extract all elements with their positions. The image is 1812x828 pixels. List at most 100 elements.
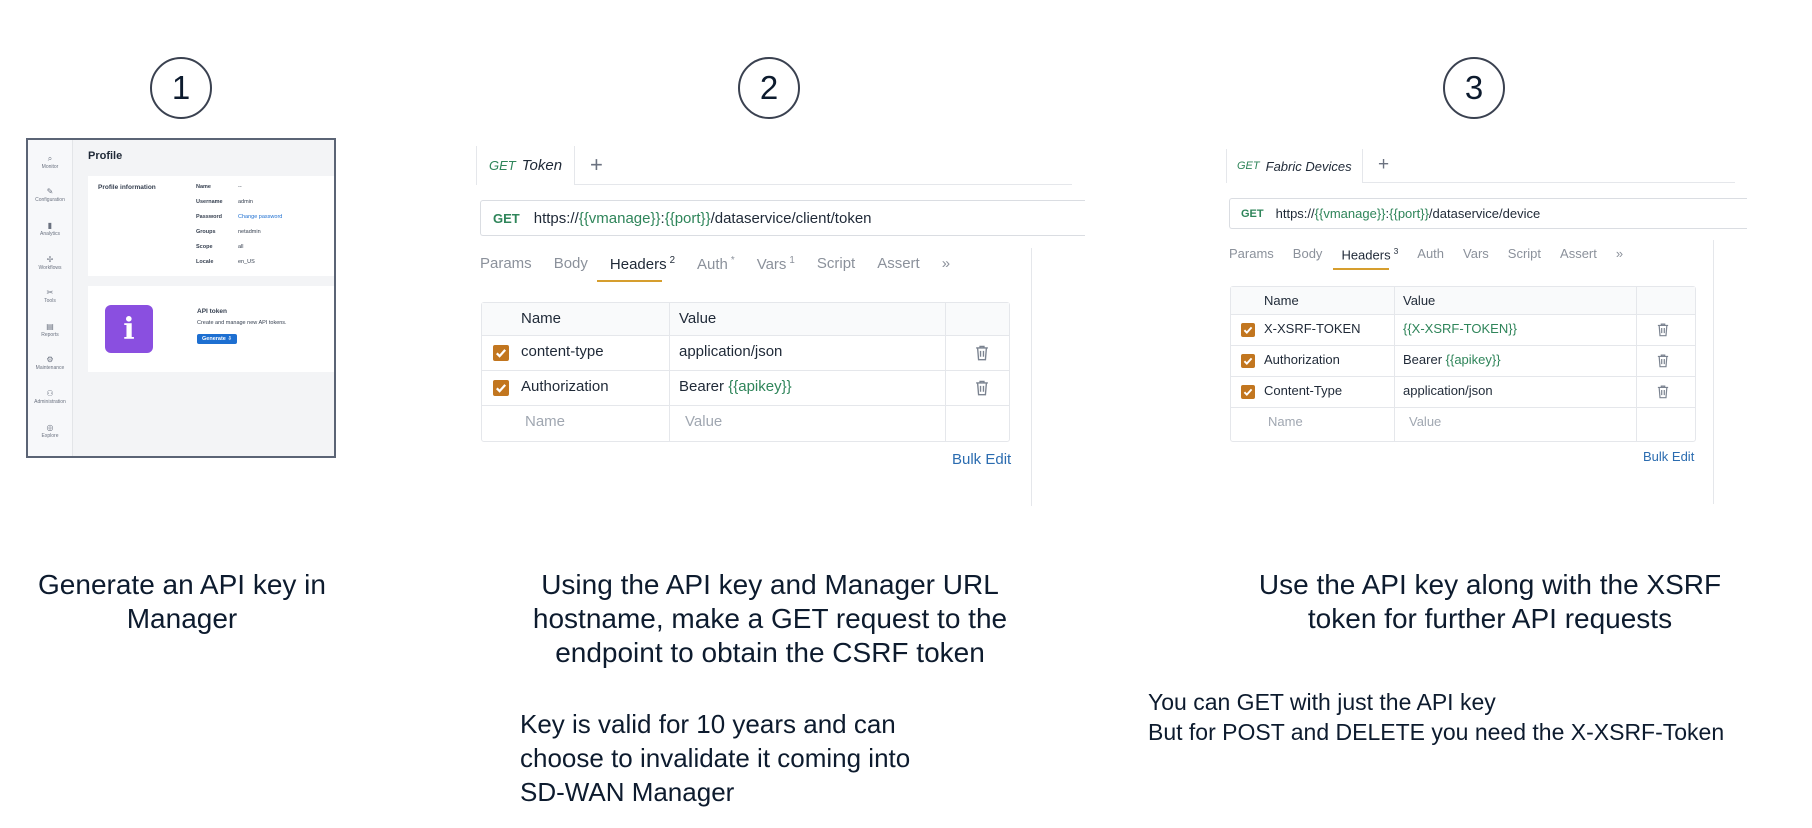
column-divider	[945, 303, 946, 441]
tab-assert[interactable]: Assert	[1560, 246, 1597, 262]
tab-label: Auth	[697, 256, 728, 273]
nav-item-configuration[interactable]: ✎ Configuration	[28, 187, 72, 203]
url-text: https://{{vmanage}}:{{port}}/dataservice…	[1276, 206, 1541, 221]
tab-headers[interactable]: Headers 3	[1341, 246, 1398, 262]
trash-icon[interactable]	[974, 379, 990, 402]
tab-label: Params	[1229, 246, 1274, 261]
tab-label: Assert	[877, 255, 920, 272]
change-password-link[interactable]: Change password	[238, 214, 282, 220]
tab-label: Vars	[756, 256, 787, 273]
more-tabs-icon[interactable]: »	[942, 255, 950, 273]
column-header-value: Value	[1403, 293, 1436, 308]
header-name-cell[interactable]: Authorization	[521, 378, 609, 395]
trash-icon[interactable]	[1656, 353, 1670, 373]
pane-divider	[1031, 248, 1032, 506]
tab-auth[interactable]: Auth	[1417, 246, 1444, 262]
tab-auth[interactable]: Auth *	[697, 255, 735, 273]
nav-item-maintenance[interactable]: ⚙ Maintenance	[28, 355, 72, 371]
tab-params[interactable]: Params	[480, 255, 532, 273]
tab-headers[interactable]: Headers 2	[610, 255, 675, 273]
url-bar[interactable]: GET https://{{vmanage}}:{{port}}/dataser…	[1229, 198, 1747, 229]
tab-fabric-devices[interactable]: GET Fabric Devices	[1226, 149, 1363, 183]
headers-table: Name Value content-type application/json Aut…	[481, 302, 1010, 442]
tab-body[interactable]: Body	[554, 255, 588, 273]
field-key: Name	[196, 184, 211, 190]
trash-icon[interactable]	[1656, 322, 1670, 342]
new-tab-plus-icon[interactable]: +	[1378, 154, 1389, 176]
nav-item-explore[interactable]: ◎ Explore	[28, 423, 72, 439]
nav-label: Explore	[41, 433, 59, 439]
nav-item-reports[interactable]: ▤ Reports	[28, 322, 72, 338]
tools-icon: ✂	[46, 288, 54, 297]
url-bar[interactable]: GET https://{{vmanage}}:{{port}}/dataser…	[480, 200, 1085, 236]
header-name-cell[interactable]: Authorization	[1264, 352, 1340, 367]
tab-label: Headers	[1341, 247, 1391, 263]
workflows-icon: ✢	[46, 255, 54, 264]
header-value-cell[interactable]: application/json	[1403, 383, 1493, 398]
nav-item-tools[interactable]: ✂ Tools	[28, 288, 72, 304]
caption-line: Manager	[126, 603, 238, 634]
enable-checkbox[interactable]	[1241, 384, 1255, 399]
enable-checkbox[interactable]	[1241, 322, 1255, 337]
trash-icon[interactable]	[974, 344, 990, 367]
reports-icon: ▤	[46, 322, 54, 331]
tab-params[interactable]: Params	[1229, 246, 1274, 262]
step-2-note: Key is valid for 10 years and can choose…	[520, 707, 910, 809]
caption-line: Use the API key along with the XSRF	[1258, 569, 1722, 600]
new-header-value-input[interactable]: Value	[685, 413, 722, 430]
enable-checkbox[interactable]	[1241, 353, 1255, 368]
bulk-edit-link[interactable]: Bulk Edit	[1643, 449, 1694, 464]
new-header-name-input[interactable]: Name	[1268, 414, 1303, 429]
tab-label: Script	[816, 255, 856, 272]
header-name-cell[interactable]: X-XSRF-TOKEN	[1264, 321, 1361, 336]
explore-icon: ◎	[46, 423, 54, 432]
tab-token[interactable]: GET Token	[476, 146, 576, 185]
header-value-cell[interactable]: Bearer {{apikey}}	[1403, 352, 1501, 367]
tab-script[interactable]: Script	[817, 255, 855, 273]
field-key: Locale	[196, 259, 214, 265]
active-tab-underline	[597, 280, 662, 282]
value-text: application/json	[679, 343, 783, 360]
header-value-cell[interactable]: Bearer {{apikey}}	[679, 378, 792, 395]
tab-script[interactable]: Script	[1508, 246, 1541, 262]
active-tab-underline	[1333, 268, 1389, 270]
url-text: https://{{vmanage}}:{{port}}/dataservice…	[534, 210, 872, 227]
enable-checkbox[interactable]	[493, 379, 509, 396]
profile-info-label: Profile information	[98, 184, 156, 191]
nav-item-workflows[interactable]: ✢ Workflows	[28, 255, 72, 271]
new-tab-plus-icon[interactable]: +	[590, 152, 603, 178]
configuration-icon: ✎	[46, 187, 54, 196]
tab-vars[interactable]: Vars	[1463, 246, 1489, 262]
header-value-cell[interactable]: application/json	[679, 343, 782, 360]
nav-item-administration[interactable]: ⚇ Administration	[28, 389, 72, 405]
url-segment: https://	[533, 209, 579, 227]
nav-label: Workflows	[38, 265, 62, 271]
more-tabs-icon[interactable]: »	[1616, 246, 1623, 262]
tab-label: Body	[1292, 246, 1323, 261]
tab-vars[interactable]: Vars 1	[757, 255, 795, 273]
field-key: Scope	[196, 244, 213, 250]
header-name-cell[interactable]: content-type	[521, 343, 604, 360]
new-header-name-input[interactable]: Name	[525, 413, 565, 430]
tab-body[interactable]: Body	[1293, 246, 1323, 262]
field-value: all	[238, 244, 244, 250]
header-value-cell[interactable]: {{X-XSRF-TOKEN}}	[1403, 321, 1517, 336]
monitor-icon: ⌕	[47, 154, 53, 163]
nav-label: Administration	[34, 399, 66, 405]
nav-item-analytics[interactable]: ▮ Analytics	[28, 221, 72, 237]
tab-label: Body	[553, 255, 588, 272]
generate-button[interactable]: Generate ⇩	[197, 334, 237, 344]
request-subtabs: Params Body Headers 2 Auth * Vars 1 Script Assert…	[480, 255, 950, 273]
value-text: Bearer	[1403, 352, 1446, 367]
tab-assert[interactable]: Assert	[877, 255, 920, 273]
new-header-value-input[interactable]: Value	[1409, 414, 1441, 429]
generate-icon: ⇩	[227, 336, 232, 342]
step-1-circle: 1	[150, 57, 212, 119]
column-divider	[1636, 287, 1637, 441]
nav-item-monitor[interactable]: ⌕ Monitor	[28, 154, 72, 170]
header-name-cell[interactable]: Content-Type	[1264, 383, 1342, 398]
tab-label: Headers	[609, 256, 667, 273]
trash-icon[interactable]	[1656, 384, 1670, 404]
bulk-edit-link[interactable]: Bulk Edit	[952, 451, 1011, 468]
enable-checkbox[interactable]	[493, 344, 509, 361]
